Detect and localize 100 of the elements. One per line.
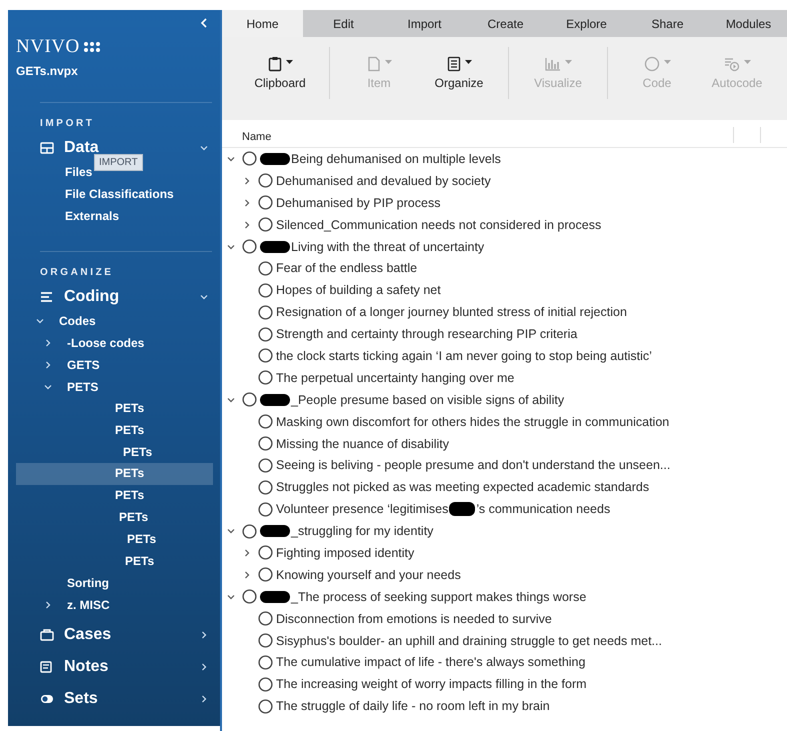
chevron-right-icon[interactable] (44, 601, 52, 610)
code-circle-icon[interactable] (258, 173, 273, 188)
code-name[interactable]: Fear of the endless battle (276, 261, 418, 276)
code-circle-icon[interactable] (258, 633, 273, 648)
code-circle-icon[interactable] (258, 217, 273, 232)
ribbon-tab[interactable]: Edit (303, 10, 384, 37)
code-name[interactable]: Hopes of building a safety net (276, 283, 441, 298)
nav-subitem[interactable]: Externals (65, 209, 120, 223)
code-circle-icon[interactable] (258, 480, 273, 495)
code-name[interactable]: Masking own discomfort for others hides the struggle in communication (276, 414, 670, 429)
code-circle-icon[interactable] (258, 654, 273, 670)
selected-code-item[interactable]: PETs (16, 463, 213, 486)
code-folder-item[interactable]: Sorting (67, 576, 109, 590)
ribbon-tab[interactable]: Explore (546, 10, 627, 37)
code-circle-icon[interactable] (258, 567, 273, 582)
code-circle-icon[interactable] (258, 304, 273, 320)
code-item[interactable]: PETs (8, 398, 220, 420)
code-name[interactable]: Sisyphus's boulder- an uphill and draining struggle to get needs met... (276, 634, 662, 648)
code-name[interactable]: Knowing yourself and your needs (276, 568, 461, 582)
ribbon-button[interactable]: Clipboard (240, 56, 320, 90)
code-circle-icon[interactable] (258, 326, 273, 342)
code-name[interactable]: Fighting imposed identity (276, 546, 414, 560)
nav-item[interactable]: Coding (64, 288, 120, 306)
nav-item[interactable]: Data (64, 139, 99, 157)
code-item[interactable]: PETs (8, 528, 220, 551)
chevron-right-icon[interactable] (243, 548, 251, 557)
code-circle-icon[interactable] (258, 458, 273, 473)
chevron-right-icon[interactable] (44, 361, 52, 369)
code-circle-icon[interactable] (242, 589, 257, 604)
nav-item[interactable]: Cases (64, 626, 112, 644)
code-name[interactable]: Strength and certainty through researching PIP criteria (276, 327, 578, 342)
code-name[interactable]: _struggling for my identity (291, 524, 434, 538)
code-circle-icon[interactable] (258, 370, 273, 386)
code-name[interactable]: The increasing weight of worry impacts filling in the form (276, 677, 587, 692)
code-name[interactable]: Being dehumanised on multiple levels (291, 152, 501, 166)
code-item[interactable]: PETs (8, 420, 220, 442)
code-item[interactable]: PETs (8, 506, 220, 529)
chevron-right-icon[interactable] (200, 631, 208, 640)
ribbon-tab[interactable]: Share (627, 10, 708, 37)
code-name[interactable]: The cumulative impact of life - there's always something (276, 655, 586, 670)
code-circle-icon[interactable] (258, 502, 273, 517)
code-item[interactable]: PETs (8, 550, 220, 572)
code-name[interactable]: _People presume based on visible signs of ability (291, 392, 564, 407)
code-name[interactable]: _The process of seeking support makes things worse (291, 590, 586, 604)
code-name[interactable]: Living with the threat of uncertainty (291, 240, 484, 254)
code-circle-icon[interactable] (258, 282, 273, 298)
code-circle-icon[interactable] (242, 151, 257, 166)
chevron-right-icon[interactable] (200, 663, 208, 672)
chevron-right-icon[interactable] (243, 176, 251, 185)
code-name[interactable]: Dehumanised and devalued by society (276, 174, 491, 188)
code-circle-icon[interactable] (258, 348, 273, 364)
chevron-down-icon[interactable] (227, 396, 235, 404)
code-circle-icon[interactable] (258, 611, 273, 626)
code-circle-icon[interactable] (242, 239, 257, 254)
code-name[interactable]: Volunteer presence ‘legitimises (276, 502, 448, 516)
code-folder-item[interactable]: z. MISC (67, 598, 110, 612)
code-name[interactable]: the clock starts ticking again ‘I am never going to stop being autistic’ (276, 348, 652, 363)
code-item[interactable]: PETs (8, 442, 220, 464)
code-circle-icon[interactable] (258, 436, 273, 452)
ribbon-tab[interactable]: Create (465, 10, 546, 37)
code-folder-item[interactable]: -Loose codes (67, 336, 144, 350)
code-folder-item[interactable]: GETS (67, 358, 100, 372)
code-name[interactable]: Resignation of a longer journey blunted stress of initial rejection (276, 305, 627, 320)
code-folder-item[interactable]: PETS (67, 380, 98, 394)
collapse-chevron-icon[interactable] (200, 18, 208, 28)
nav-subitem[interactable]: Files (65, 165, 92, 179)
code-name[interactable]: Missing the nuance of disability (276, 436, 450, 451)
chevron-down-icon[interactable] (200, 293, 208, 301)
chevron-right-icon[interactable] (44, 339, 52, 347)
nav-item[interactable]: Notes (64, 658, 108, 676)
code-item[interactable]: PETs (8, 485, 220, 507)
code-circle-icon[interactable] (258, 545, 273, 560)
code-circle-icon[interactable] (258, 414, 273, 430)
code-circle-icon[interactable] (258, 698, 273, 714)
nav-subitem[interactable]: File Classifications (65, 187, 174, 201)
code-name[interactable]: Struggles not picked as was meeting expected academic standards (276, 480, 650, 494)
chevron-down-icon[interactable] (200, 144, 208, 152)
code-name[interactable]: Dehumanised by PIP process (276, 196, 440, 210)
code-circle-icon[interactable] (258, 260, 273, 276)
code-circle-icon[interactable] (258, 195, 273, 210)
chevron-down-icon[interactable] (227, 527, 235, 536)
ribbon-tab[interactable]: Home (222, 10, 303, 37)
nav-subitem[interactable]: Codes (59, 314, 96, 328)
chevron-right-icon[interactable] (243, 220, 251, 229)
chevron-down-icon[interactable] (44, 383, 52, 391)
chevron-right-icon[interactable] (243, 570, 251, 579)
chevron-down-icon[interactable] (227, 592, 235, 601)
code-name[interactable]: Seeing is beliving - people presume and don't understand the unseen... (276, 458, 670, 472)
code-name[interactable]: The struggle of daily life - no room left in my brain (276, 699, 550, 714)
nav-item[interactable]: Sets (64, 690, 98, 708)
code-name[interactable]: Silenced_Communication needs not considered in process (276, 218, 602, 232)
chevron-right-icon[interactable] (243, 198, 251, 207)
column-header[interactable]: Name (222, 131, 733, 143)
code-circle-icon[interactable] (242, 392, 257, 408)
ribbon-tab[interactable]: Import (384, 10, 465, 37)
chevron-down-icon[interactable] (227, 242, 235, 250)
chevron-down-icon[interactable] (36, 317, 44, 325)
code-name[interactable]: Disconnection from emotions is needed to survive (276, 612, 552, 626)
code-circle-icon[interactable] (242, 524, 257, 539)
code-circle-icon[interactable] (258, 676, 273, 692)
